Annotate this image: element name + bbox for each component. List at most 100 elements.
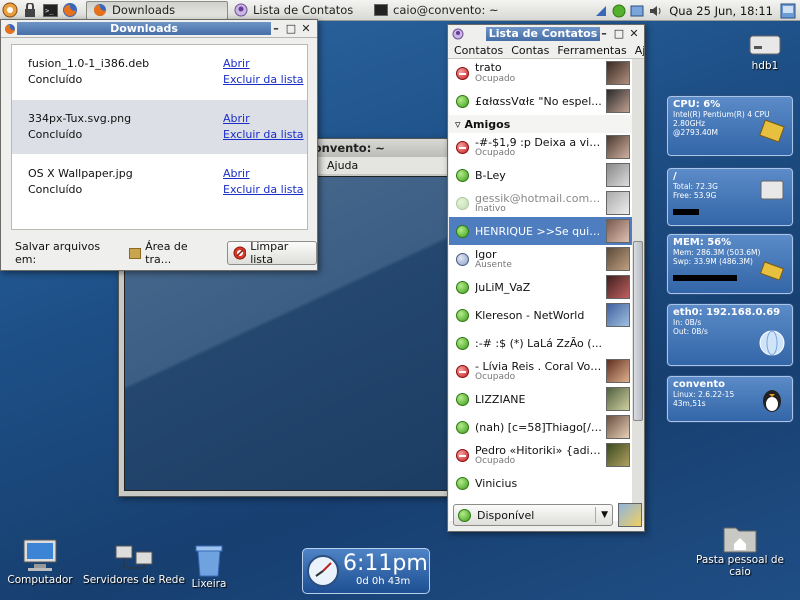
save-to-label: Salvar arquivos em: (15, 240, 101, 266)
contact-status-text: Ocupado (475, 148, 516, 158)
desktop-icon-trash[interactable]: Lixeira (186, 542, 232, 590)
clock-widget: 6:11pm 0d 0h 43m (302, 548, 430, 594)
menu-tools[interactable]: Ferramentas (557, 44, 626, 57)
group-header[interactable]: ▿ Amigos (449, 115, 632, 133)
save-folder-label: Área de tra... (145, 240, 188, 266)
collapse-arrow-icon: ▿ (455, 117, 461, 131)
task-terminal[interactable]: caio@convento: ~ (368, 1, 524, 20)
host-monitor: convento Linux: 2.6.22-15 43m,51s (667, 376, 793, 422)
contact-row[interactable]: :-# :$ (*) LaLá ZzÃo (... (449, 329, 632, 357)
contacts-window[interactable]: Lista de Contatos – □ ✕ Contatos Contas … (447, 24, 645, 532)
contact-row[interactable]: Igor Ausente (449, 245, 632, 273)
online-status-icon (456, 168, 469, 182)
contact-row[interactable]: JuLiM_VaZ (449, 273, 632, 301)
contact-row[interactable]: (nah) [c=58]Thiago[/c]... (449, 413, 632, 441)
net-line: In: 0B/s (673, 318, 702, 327)
firefox-icon (63, 3, 77, 17)
contact-list[interactable]: trato Ocupado £αłαssVαłε "No espel... ▿ … (449, 59, 632, 521)
task-downloads[interactable]: Downloads (86, 0, 228, 20)
mem-line: Mem: 286.3M (503.6M) (673, 248, 761, 257)
contacts-title: Lista de Contatos (486, 27, 600, 41)
menu-accounts[interactable]: Contas (511, 44, 549, 57)
network-manager-icon[interactable] (594, 4, 608, 18)
main-menu-launcher[interactable] (0, 0, 20, 20)
contact-row[interactable]: -#-$1,9 :p Deixa a vida... Ocupado (449, 133, 632, 161)
status-select[interactable]: Disponível ▼ (453, 504, 613, 526)
avatar (606, 443, 630, 467)
downloads-window[interactable]: Downloads – □ ✕ fusion_1.0-1_i386.deb Co… (0, 19, 318, 271)
desktop-icon-hdb1[interactable]: hdb1 (740, 30, 790, 72)
memory-monitor: MEM: 56% Mem: 286.3M (503.6M) Swp: 33.9M… (667, 234, 793, 294)
my-avatar[interactable] (618, 503, 642, 527)
close-button[interactable]: ✕ (628, 27, 640, 40)
contact-row[interactable]: Vinicius (449, 469, 632, 497)
desktop-icon-computer[interactable]: Computador (2, 538, 78, 586)
task-label: caio@convento: ~ (393, 3, 499, 17)
status-select-value: Disponível (477, 508, 535, 522)
maximize-button[interactable]: □ (285, 22, 297, 35)
contact-row[interactable]: HENRIQUE >>Se quis... (449, 217, 632, 245)
clear-icon (233, 246, 247, 260)
compass-clock-icon (307, 555, 339, 587)
online-status-icon (456, 392, 469, 406)
maximize-button[interactable]: □ (613, 27, 625, 40)
contact-row[interactable]: gessik@hotmail.com.b... Inativo (449, 189, 632, 217)
menu-contacts[interactable]: Contatos (454, 44, 503, 57)
volume-icon[interactable] (648, 4, 662, 18)
download-item[interactable]: fusion_1.0-1_i386.deb Concluído Abrir Ex… (12, 45, 307, 100)
browser-launcher[interactable] (60, 0, 80, 20)
desktop-icon-network[interactable]: Servidores de Rede (82, 542, 186, 586)
busy-status-icon (456, 364, 469, 378)
contacts-titlebar[interactable]: Lista de Contatos – □ ✕ (448, 25, 644, 43)
downloads-titlebar[interactable]: Downloads – □ ✕ (1, 20, 317, 38)
clear-list-button[interactable]: Limpar lista (227, 240, 318, 266)
clock-time: 6:11pm (343, 551, 428, 576)
open-link[interactable]: Abrir (223, 57, 250, 70)
busy-status-icon (456, 66, 469, 80)
minimize-button[interactable]: – (598, 27, 610, 40)
download-item[interactable]: 334px-Tux.svg.png Concluído Abrir Exclui… (12, 100, 307, 155)
contact-name: HENRIQUE >>Se quis... (475, 225, 603, 238)
update-notifier-icon[interactable] (630, 4, 644, 18)
contact-row[interactable]: trato Ocupado (449, 59, 632, 87)
contact-name: Klereson - NetWorld (475, 309, 585, 322)
network-servers-icon (115, 545, 153, 569)
lock-launcher[interactable] (20, 0, 40, 20)
messenger-tray-icon[interactable] (612, 4, 626, 18)
panel-clock[interactable]: Qua 25 Jun, 18:11 (666, 4, 776, 18)
minimize-button[interactable]: – (270, 22, 282, 35)
show-desktop-icon[interactable] (780, 3, 796, 19)
terminal-launcher[interactable]: >_ (40, 0, 60, 20)
downloads-footer: Salvar arquivos em: Área de tra... Limpa… (1, 238, 318, 268)
desktop-icon-home[interactable]: Pasta pessoal de caio (694, 522, 786, 578)
open-link[interactable]: Abrir (223, 112, 250, 125)
contact-row[interactable]: LIZZIANE (449, 385, 632, 413)
open-link[interactable]: Abrir (223, 167, 250, 180)
avatar (606, 415, 630, 439)
contact-name: (nah) [c=58]Thiago[/c]... (475, 421, 603, 434)
contact-row[interactable]: Pedro «Hitoriki» {adiós... Ocupado (449, 441, 632, 469)
download-item[interactable]: OS X Wallpaper.jpg Concluído Abrir Exclu… (12, 155, 307, 210)
download-filename: 334px-Tux.svg.png (28, 112, 132, 125)
home-folder-icon (723, 527, 757, 553)
contact-status-text: Ocupado (475, 372, 516, 382)
top-panel: >_ Downloads Lista de Contatos caio@conv… (0, 0, 800, 21)
avatar (606, 275, 630, 299)
save-folder[interactable]: Área de tra... (128, 240, 213, 266)
contacts-menubar: Contatos Contas Ferramentas Aj (448, 43, 644, 59)
contact-row[interactable]: B-Ley (449, 161, 632, 189)
remove-from-list-link[interactable]: Excluir da lista (223, 73, 304, 86)
contact-status-text: Inativo (475, 204, 506, 214)
menu-help[interactable]: Ajuda (327, 159, 358, 172)
menu-help[interactable]: Aj (635, 44, 644, 57)
firefox-icon (93, 4, 106, 16)
remove-from-list-link[interactable]: Excluir da lista (223, 128, 304, 141)
contact-row[interactable]: - Lívia Reis . Coral Voix-... Ocupado (449, 357, 632, 385)
close-button[interactable]: ✕ (300, 22, 312, 35)
remove-from-list-link[interactable]: Excluir da lista (223, 183, 304, 196)
scrollbar-thumb[interactable] (633, 241, 643, 421)
contact-row[interactable]: Klereson - NetWorld (449, 301, 632, 329)
task-contacts[interactable]: Lista de Contatos (228, 1, 368, 20)
contact-row[interactable]: £αłαssVαłε "No espel... (449, 87, 632, 115)
contact-list-scrollbar[interactable] (632, 59, 644, 521)
